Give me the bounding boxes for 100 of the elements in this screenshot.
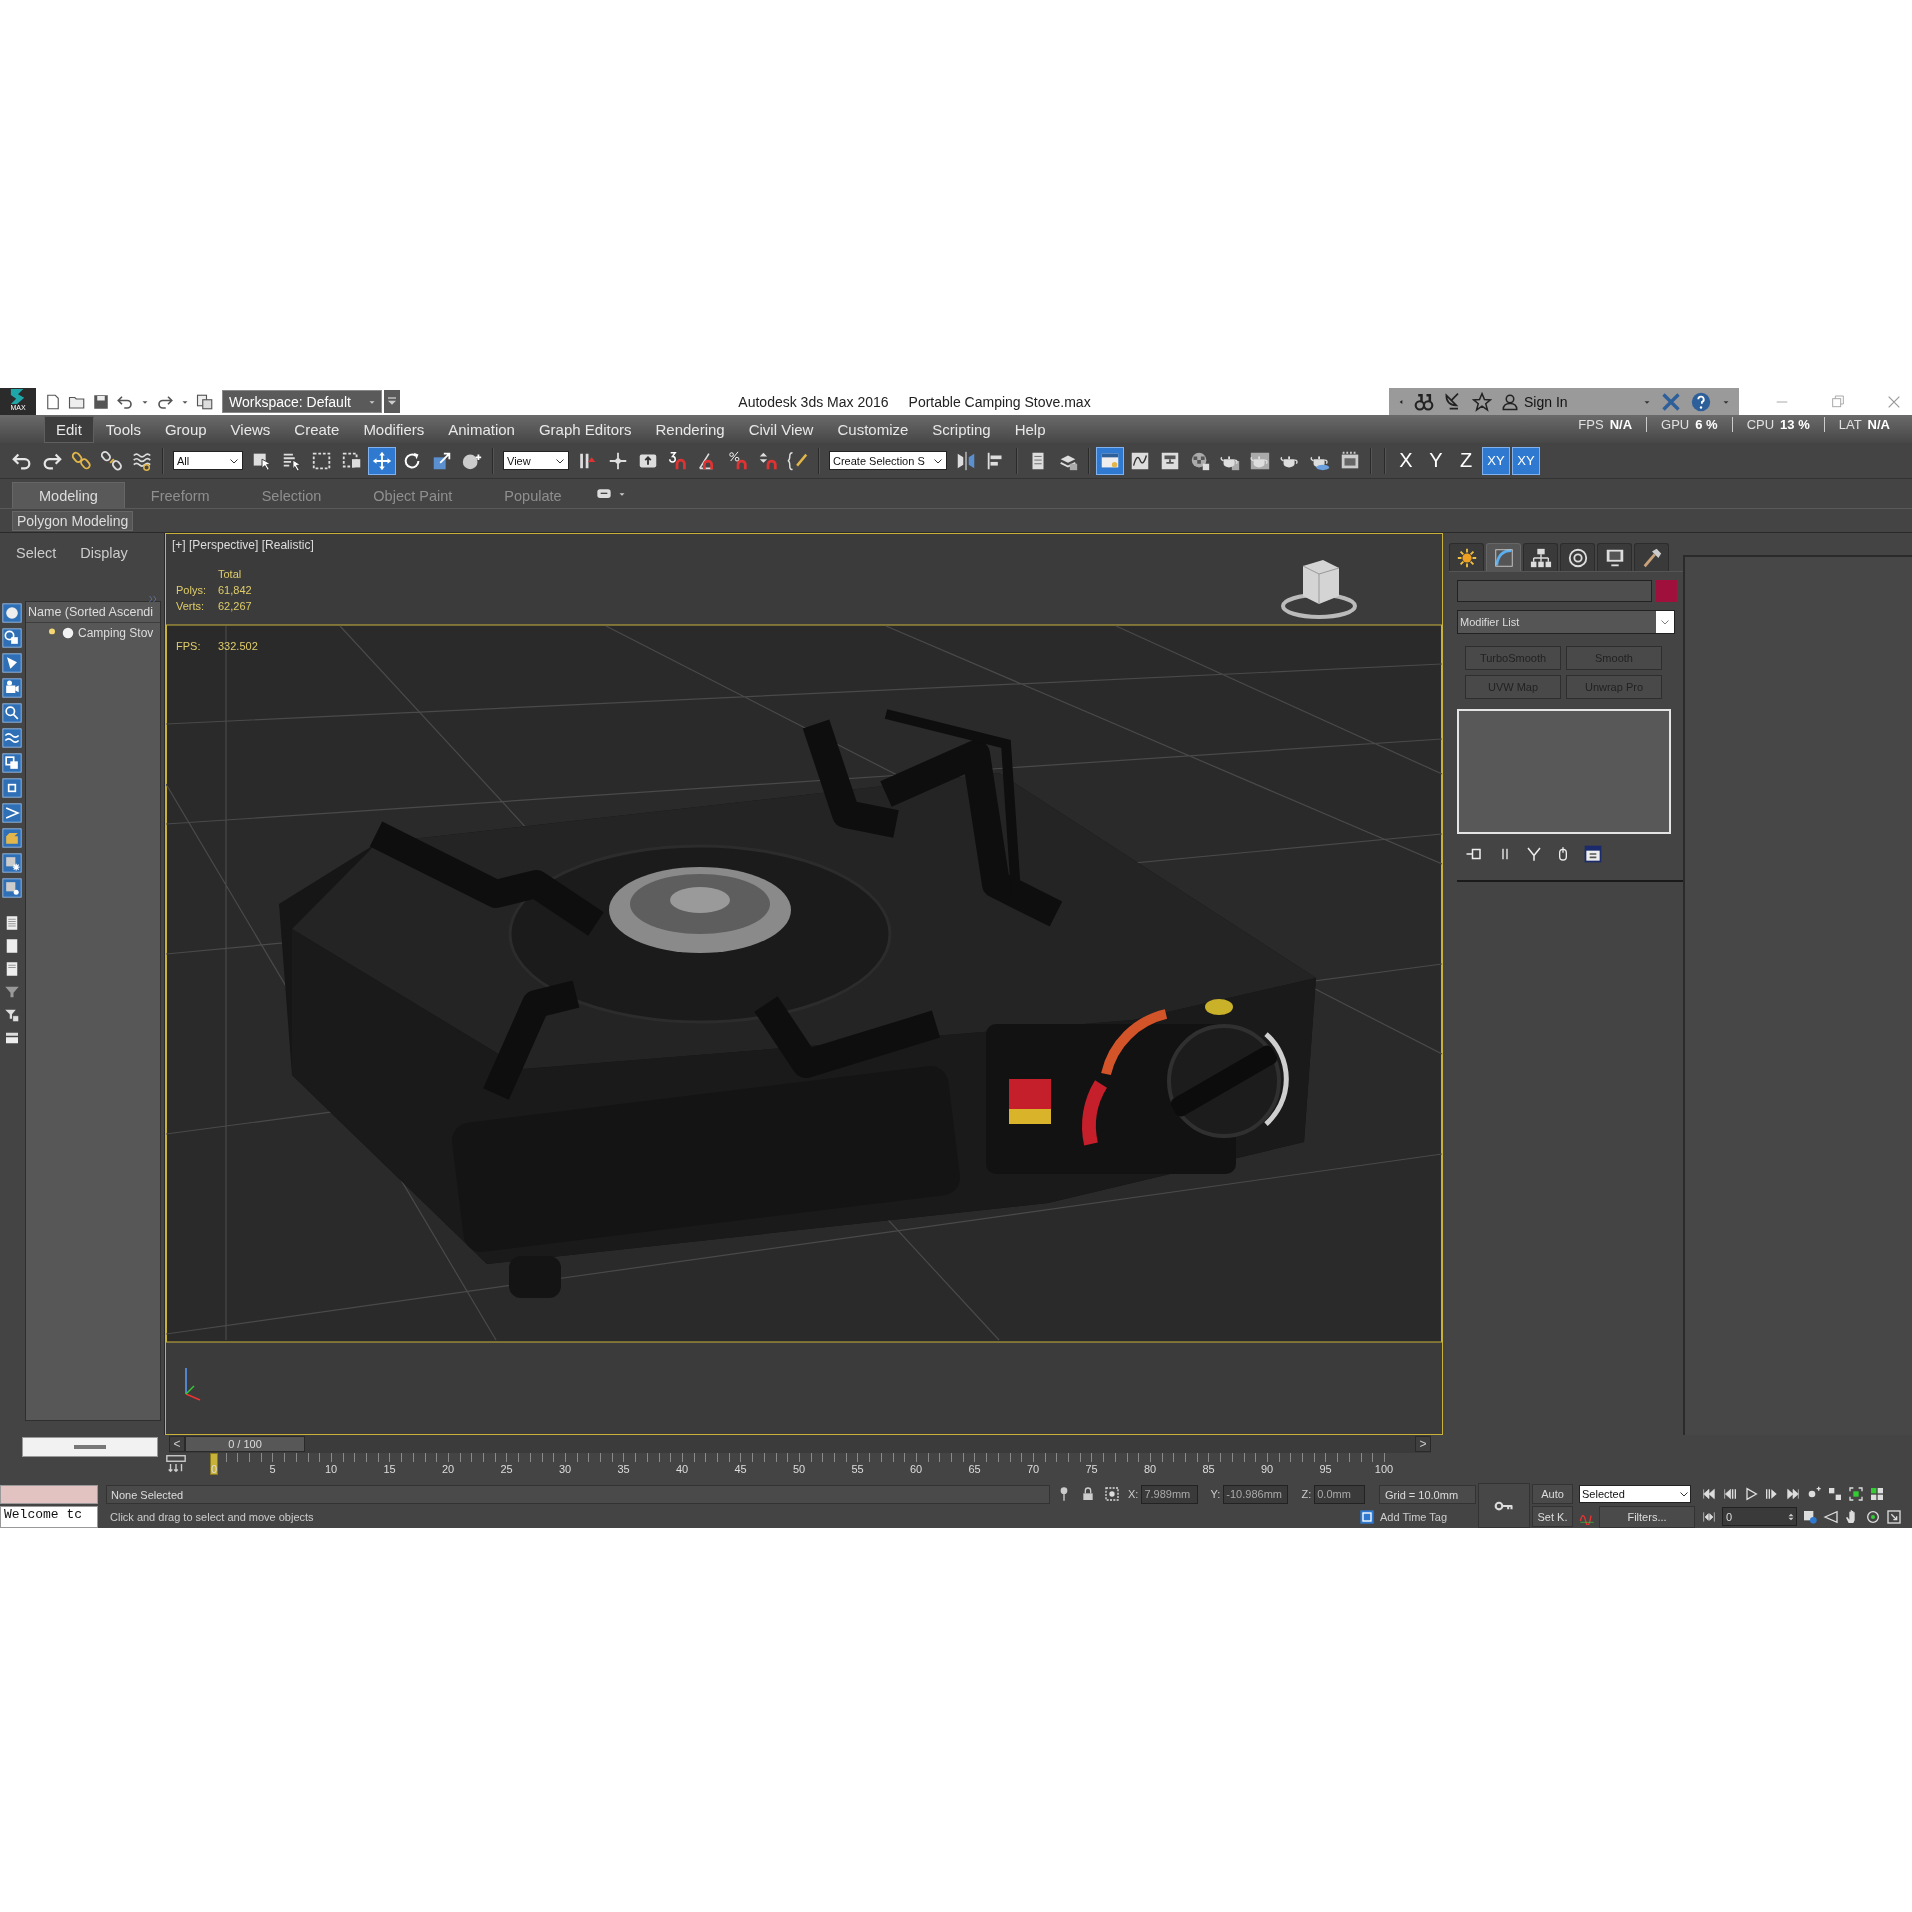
coordinate-field[interactable]: 0.0mm xyxy=(1314,1484,1365,1504)
performance-value: 6 % xyxy=(1695,417,1718,432)
next-frame-button[interactable]: > xyxy=(1415,1436,1431,1452)
container-icon[interactable] xyxy=(2,828,22,848)
viewport-label[interactable]: [+] [Perspective] [Realistic] xyxy=(172,538,314,552)
project-folder-icon[interactable] xyxy=(196,392,214,411)
shapes-icon[interactable] xyxy=(2,628,22,648)
previous-key-icon[interactable] xyxy=(1722,1486,1738,1502)
hierarchy-icon[interactable] xyxy=(1529,546,1552,569)
star-icon[interactable] xyxy=(1472,391,1492,412)
sign-in-button[interactable]: Sign In xyxy=(1501,392,1568,411)
zoom-all-icon[interactable] xyxy=(1827,1486,1843,1502)
object-color-swatch[interactable] xyxy=(1656,580,1677,602)
go-to-end-icon[interactable] xyxy=(1785,1486,1801,1502)
help-icon[interactable] xyxy=(1690,390,1712,413)
coordinate-field[interactable]: 7.989mm xyxy=(1141,1484,1198,1504)
menu-item[interactable]: Scripting xyxy=(920,415,1003,443)
axis-constraint-button[interactable]: Y xyxy=(1422,446,1450,475)
save-icon[interactable] xyxy=(92,392,110,411)
menu-item[interactable]: Edit xyxy=(44,415,94,443)
menu-item[interactable]: Customize xyxy=(825,415,921,443)
user-icon[interactable] xyxy=(1501,392,1519,411)
bone-icon[interactable] xyxy=(2,803,22,823)
viewcube-icon[interactable] xyxy=(1281,560,1357,619)
target-icon[interactable] xyxy=(1566,546,1589,569)
orbit-icon[interactable] xyxy=(1865,1508,1881,1525)
column-header[interactable]: Name (Sorted Ascendi xyxy=(26,602,160,623)
field-of-view-icon[interactable] xyxy=(1823,1508,1839,1525)
toolbar-dropdown[interactable]: View xyxy=(503,451,569,470)
square-icon[interactable] xyxy=(2,778,22,798)
explorer-menu[interactable]: Select xyxy=(16,545,57,573)
fork-icon[interactable] xyxy=(1525,845,1543,863)
ribbon-tab[interactable]: Selection xyxy=(235,483,348,508)
zoom-extents-all-icon[interactable] xyxy=(1869,1486,1885,1502)
add-time-tag-button[interactable]: Add Time Tag xyxy=(1375,1505,1478,1528)
current-frame-field[interactable]: 0 xyxy=(1722,1507,1797,1526)
menu-item[interactable]: Modifiers xyxy=(351,415,437,443)
menu-item[interactable]: Rendering xyxy=(643,415,737,443)
maxscript-output-field[interactable]: Welcome tc xyxy=(0,1506,98,1528)
command-panel-tab[interactable] xyxy=(1597,543,1632,571)
zoom-extents-icon[interactable] xyxy=(1848,1486,1864,1502)
object-name-field[interactable] xyxy=(1457,580,1652,602)
new-file-icon[interactable] xyxy=(44,392,62,411)
camera-icon[interactable] xyxy=(2,678,22,698)
axis-constraint-button[interactable]: X xyxy=(1392,446,1420,475)
menu-item[interactable]: Animation xyxy=(436,415,527,443)
time-config-icon[interactable] xyxy=(1802,1508,1818,1525)
previous-frame-button[interactable]: < xyxy=(169,1436,185,1452)
filters-button[interactable]: Filters... xyxy=(1599,1505,1695,1528)
set-key-button[interactable]: Set K. xyxy=(1532,1506,1573,1527)
explorer-selector-field[interactable] xyxy=(22,1437,158,1457)
command-panel-tab[interactable] xyxy=(1634,543,1669,571)
key-filter-dropdown[interactable]: Selected xyxy=(1579,1485,1691,1503)
configure-sets-icon[interactable] xyxy=(1583,844,1603,864)
menu-item[interactable]: Group xyxy=(152,415,219,443)
wave-icon[interactable] xyxy=(2,728,22,748)
lock-icon[interactable] xyxy=(1080,1486,1096,1502)
toolbar-dropdown[interactable]: All xyxy=(173,451,243,470)
menu-item[interactable]: Create xyxy=(282,415,352,443)
menu-item[interactable]: Views xyxy=(218,415,283,443)
menu-item[interactable]: Help xyxy=(1002,415,1058,443)
explorer-menu[interactable]: Display xyxy=(80,545,128,573)
sphere-icon[interactable] xyxy=(61,626,75,640)
modifier-list-dropdown[interactable]: Modifier List xyxy=(1457,610,1675,634)
command-panel-tab[interactable] xyxy=(1523,543,1558,571)
time-slider-thumb[interactable]: 0 / 100 xyxy=(185,1436,305,1452)
menu-item[interactable]: Tools xyxy=(93,415,153,443)
play-icon[interactable] xyxy=(1743,1486,1759,1502)
performance-value: N/A xyxy=(1609,417,1633,432)
menu-item[interactable]: Civil View xyxy=(736,415,826,443)
arc-icon[interactable] xyxy=(1492,546,1515,569)
maximize-viewport-icon[interactable] xyxy=(1886,1508,1902,1525)
magnifier-icon[interactable] xyxy=(2,703,22,723)
toolbar-dropdown[interactable]: Create Selection S xyxy=(829,451,947,470)
ribbon-tab[interactable]: Modeling xyxy=(12,482,125,508)
sun-icon[interactable] xyxy=(1455,546,1478,569)
frame-label: 15 xyxy=(382,1463,397,1475)
command-panel-tab[interactable] xyxy=(1560,543,1595,571)
set-key-mode-button[interactable] xyxy=(1478,1483,1530,1528)
axis-constraint-button[interactable]: XY xyxy=(1482,446,1510,475)
track-bar-toggle-icon[interactable] xyxy=(165,1453,187,1475)
ribbon-panel-title[interactable]: Polygon Modeling xyxy=(12,510,134,531)
go-to-start-icon[interactable] xyxy=(1701,1486,1717,1502)
workspace-dropdown[interactable]: Workspace: Default xyxy=(222,390,382,413)
binoculars-icon[interactable] xyxy=(1414,391,1434,412)
eye-box-icon[interactable] xyxy=(2,878,22,898)
modifier-stack-list[interactable] xyxy=(1457,709,1671,834)
stacked-squares-icon[interactable] xyxy=(2,753,22,773)
selection-toggle-icon[interactable] xyxy=(1104,1486,1120,1502)
maxscript-listener-field[interactable] xyxy=(0,1485,98,1504)
coordinate-field[interactable]: -10.986mm xyxy=(1223,1484,1289,1504)
time-tag-icon[interactable] xyxy=(1359,1508,1375,1525)
axis-constraint-button[interactable]: Z xyxy=(1452,446,1480,475)
auto-key-button[interactable]: Auto xyxy=(1532,1484,1573,1504)
snowflake-icon[interactable] xyxy=(2,853,22,873)
axis-constraint-button[interactable]: XY xyxy=(1512,446,1540,475)
menu-item[interactable]: Graph Editors xyxy=(526,415,644,443)
cone-icon[interactable] xyxy=(2,653,22,673)
command-panel-tab[interactable] xyxy=(1449,543,1484,571)
scene-object-name[interactable]: Camping Stov xyxy=(78,626,154,640)
